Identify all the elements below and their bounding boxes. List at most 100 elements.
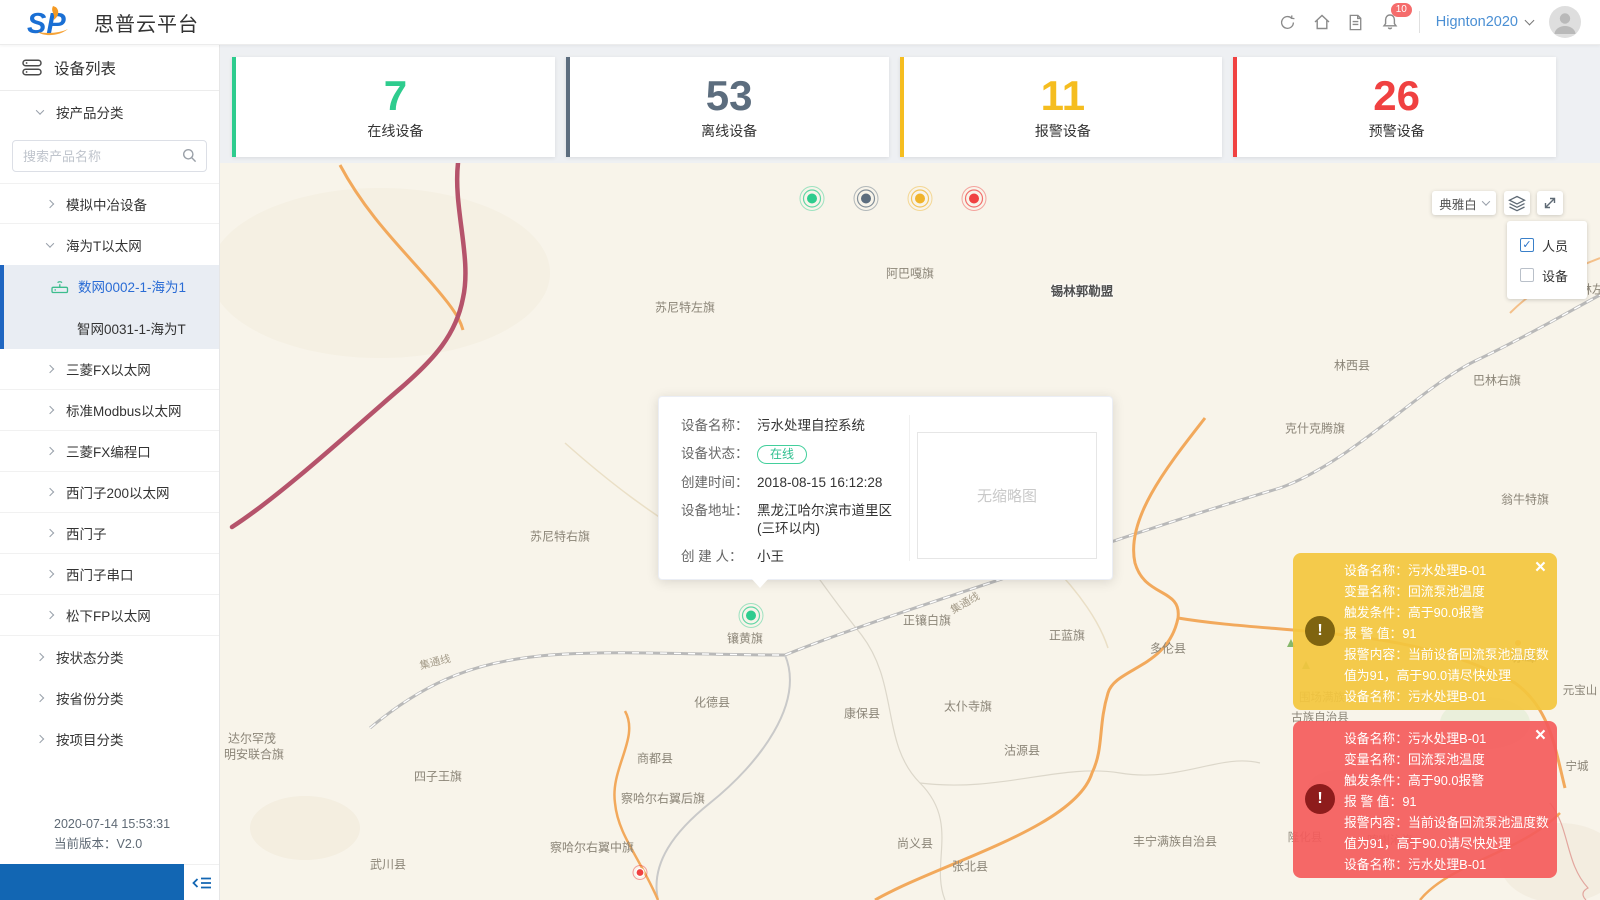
sidebar-group-按省份分类[interactable]: 按省份分类 (0, 677, 219, 718)
popup-row: 设备名称：污水处理自控系统 (681, 417, 909, 435)
sidebar-group-by-product[interactable]: 按产品分类 (0, 91, 219, 132)
stat-card-预警设备[interactable]: 26预警设备 (1233, 57, 1556, 157)
layer-checkbox-人员[interactable]: ✓人员 (1520, 235, 1587, 255)
alert-row: 报 警 值：91 (1344, 791, 1549, 812)
app-header: SP 思普云平台 10 (0, 0, 1600, 45)
checkbox-icon[interactable] (1520, 268, 1534, 282)
sidebar-item-product-expanded[interactable]: 海为T以太网 (0, 224, 219, 265)
sidebar-device-selected[interactable]: 数网0002-1-海为1 (4, 265, 219, 307)
notification-badge: 10 (1391, 3, 1412, 17)
device-marker-online[interactable] (737, 602, 765, 635)
search-icon (182, 148, 197, 163)
alert-row: 设备名称：污水处理B-01 (1344, 560, 1549, 581)
legend-dot-warning (960, 185, 988, 218)
map-layers-button[interactable] (1504, 191, 1530, 215)
avatar[interactable] (1549, 6, 1581, 38)
header-divider (1419, 11, 1420, 33)
chevron-right-icon (36, 734, 44, 742)
legend-dot-online (798, 185, 826, 218)
chevron-right-icon (46, 199, 54, 207)
sidebar-item-product[interactable]: 西门子200以太网 (0, 472, 219, 513)
sidebar-device-item[interactable]: 智网0031-1-海为T (4, 307, 219, 349)
status-badge: 在线 (757, 445, 807, 464)
user-menu[interactable]: Hignton2020 (1436, 14, 1533, 30)
alert-row: 变量名称：回流泵池温度 (1344, 749, 1549, 770)
version-label: 当前版本：V2.0 (54, 834, 219, 854)
map-layer-panel: ✓人员设备 (1507, 221, 1587, 299)
stat-value: 53 (706, 74, 753, 118)
popup-field-label: 设备名称： (681, 417, 757, 435)
main-content: 7在线设备53离线设备11报警设备26预警设备 (220, 45, 1600, 900)
chevron-down-icon (46, 239, 54, 247)
popup-field-value: 2018-08-15 16:12:28 (757, 474, 909, 492)
sidebar-item-product[interactable]: 模拟中冶设备 (0, 183, 219, 224)
refresh-icon (1278, 13, 1297, 32)
popup-field-label: 设备状态： (681, 445, 757, 464)
stat-card-离线设备[interactable]: 53离线设备 (566, 57, 889, 157)
home-icon (1312, 12, 1332, 32)
stat-value: 7 (384, 74, 407, 118)
layer-checkbox-设备[interactable]: 设备 (1520, 265, 1587, 285)
popup-field-value: 小王 (757, 548, 909, 566)
home-button[interactable] (1305, 5, 1339, 39)
layer-label: 设备 (1542, 266, 1568, 285)
current-time: 2020-07-14 15:53:31 (54, 814, 219, 834)
popup-field-value: 污水处理自控系统 (757, 417, 909, 435)
chevron-right-icon (46, 447, 54, 455)
stat-label: 报警设备 (1035, 121, 1091, 141)
search-input[interactable] (12, 140, 207, 172)
alert-row: 报警内容：当前设备回流泵池温度数值为91，高于90.0请尽快处理 (1344, 644, 1549, 686)
map-canvas[interactable]: 典雅白 ✓人员设备 设备名称：污水处理自控系统设备状态：在线创建时间：2018-… (220, 163, 1600, 900)
popup-field-label: 创 建 人： (681, 548, 757, 566)
document-icon (1346, 13, 1365, 32)
sidebar-group-按项目分类[interactable]: 按项目分类 (0, 718, 219, 759)
app-logo: SP (26, 5, 80, 39)
logo-icon: SP (26, 5, 80, 39)
alert-row: 设备名称：污水处理B-01 (1344, 686, 1549, 707)
map-fullscreen-button[interactable] (1537, 191, 1563, 215)
popup-row: 设备状态：在线 (681, 445, 909, 464)
collapse-bar-fill (0, 864, 184, 900)
chevron-right-icon (36, 693, 44, 701)
alert-row: 变量名称：回流泵池温度 (1344, 581, 1549, 602)
sidebar-item-product[interactable]: 三菱FX以太网 (0, 349, 219, 390)
close-icon[interactable]: × (1535, 726, 1546, 745)
stat-card-报警设备[interactable]: 11报警设备 (900, 57, 1223, 157)
refresh-button[interactable] (1271, 5, 1305, 39)
sidebar-title: 设备列表 (0, 45, 219, 91)
sidebar-item-product[interactable]: 三菱FX编程口 (0, 431, 219, 472)
alert-body: 设备名称：污水处理B-01变量名称：回流泵池温度触发条件：高于90.0报警报 警… (1344, 560, 1549, 707)
legend-dot-alarm (906, 185, 934, 218)
alert-row: 触发条件：高于90.0报警 (1344, 770, 1549, 791)
chevron-right-icon (36, 652, 44, 660)
stat-cards: 7在线设备53离线设备11报警设备26预警设备 (232, 57, 1556, 157)
device-marker-warning[interactable] (631, 864, 649, 887)
document-button[interactable] (1339, 5, 1373, 39)
sidebar-item-product[interactable]: 松下FP以太网 (0, 595, 219, 636)
sidebar-collapse-bar (0, 864, 219, 900)
sidebar-item-product[interactable]: 西门子串口 (0, 554, 219, 595)
sidebar-item-product[interactable]: 标准Modbus以太网 (0, 390, 219, 431)
map-style-selector[interactable]: 典雅白 (1432, 191, 1496, 215)
username: Hignton2020 (1436, 14, 1518, 30)
collapse-sidebar-button[interactable] (184, 864, 219, 900)
alert-body: 设备名称：污水处理B-01变量名称：回流泵池温度触发条件：高于90.0报警报 警… (1344, 728, 1549, 875)
notification-button[interactable]: 10 (1373, 5, 1407, 39)
popup-field-label: 创建时间： (681, 474, 757, 492)
layers-icon (1508, 195, 1526, 212)
alert-row: 报 警 值：91 (1344, 623, 1549, 644)
alert-icon: ! (1305, 784, 1335, 814)
stat-card-在线设备[interactable]: 7在线设备 (232, 57, 555, 157)
popup-row: 创 建 人：小王 (681, 548, 909, 566)
sidebar-group-按状态分类[interactable]: 按状态分类 (0, 636, 219, 677)
product-search (0, 132, 219, 183)
popup-field-value: 在线 (757, 445, 909, 464)
alert-toast-warning: ! ×设备名称：污水处理B-01变量名称：回流泵池温度触发条件：高于90.0报警报… (1293, 721, 1557, 878)
popup-field-label: 设备地址： (681, 502, 757, 538)
legend-dot-offline (852, 185, 880, 218)
close-icon[interactable]: × (1535, 558, 1546, 577)
chevron-right-icon (46, 570, 54, 578)
sidebar-item-product[interactable]: 西门子 (0, 513, 219, 554)
checkbox-checked-icon[interactable]: ✓ (1520, 238, 1534, 252)
alert-row: 报警内容：当前设备回流泵池温度数值为91，高于90.0请尽快处理 (1344, 812, 1549, 854)
